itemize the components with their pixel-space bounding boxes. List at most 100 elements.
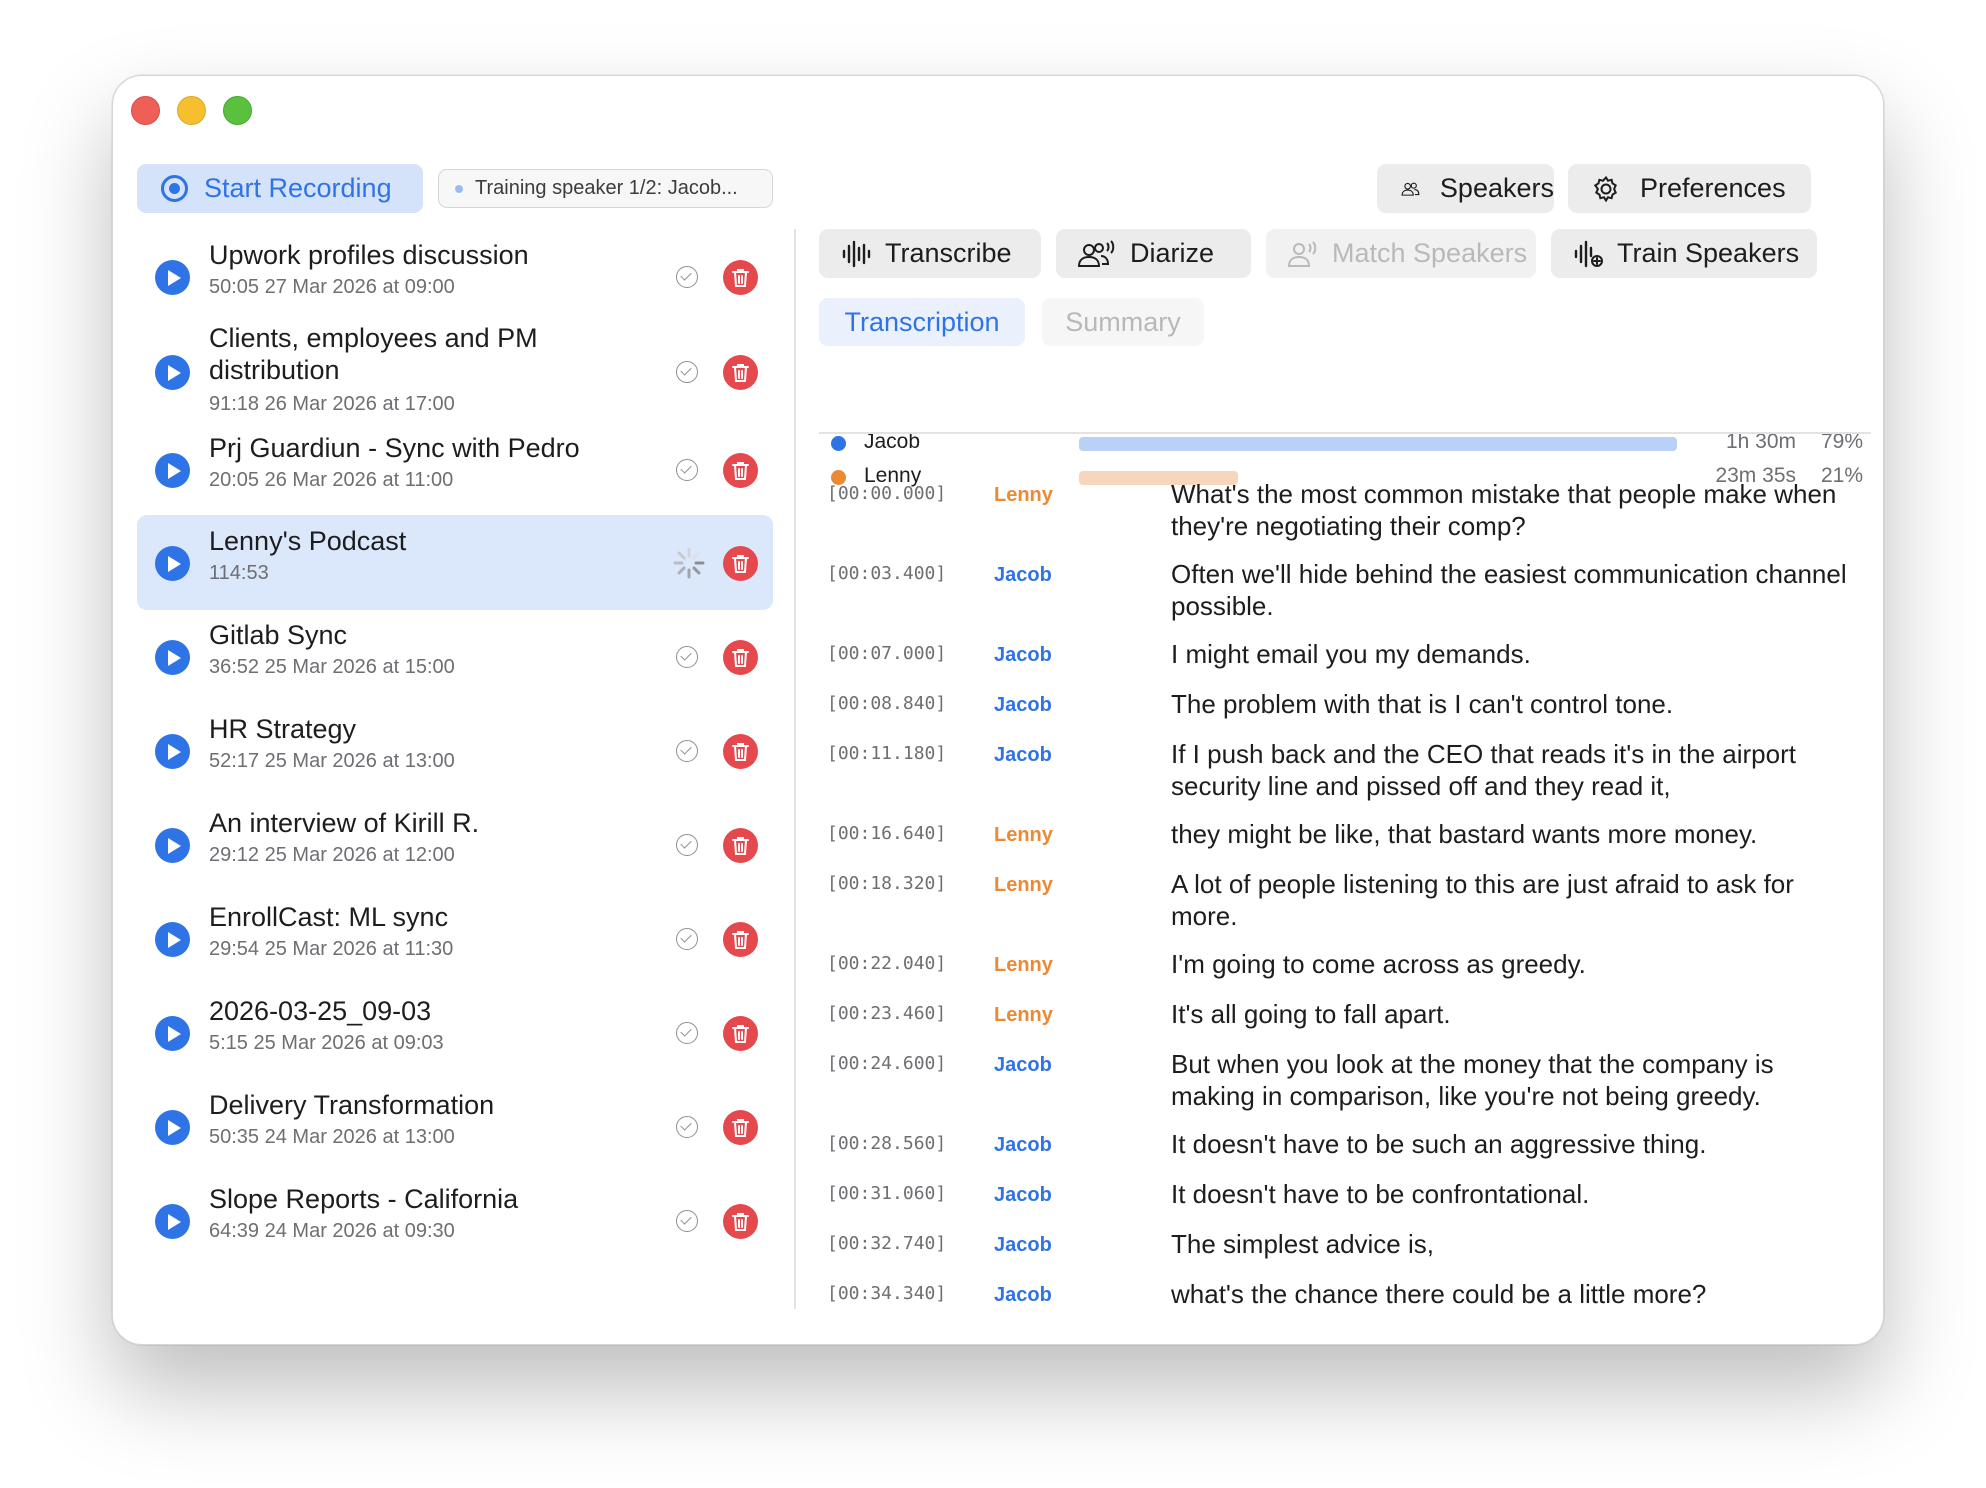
transcript-segment[interactable]: [00:23.460] Lenny It's all going to fall a… <box>819 999 1871 1052</box>
trash-icon[interactable] <box>723 355 758 390</box>
section-divider <box>819 432 1871 434</box>
recording-meta: 91:18 26 Mar 2026 at 17:00 <box>209 393 455 415</box>
trash-icon[interactable] <box>723 259 758 295</box>
transcript-segment[interactable]: [00:07.000] Jacob I might email you my dem… <box>819 639 1871 692</box>
waveform-icon <box>842 240 871 267</box>
gear-icon <box>1593 175 1617 202</box>
training-status-text: Training speaker 1/2: Jacob... <box>475 177 738 199</box>
check-circle-icon <box>676 833 698 856</box>
match-speakers-button[interactable]: Match Speakers <box>1266 229 1536 278</box>
play-icon[interactable] <box>155 827 190 863</box>
trash-icon[interactable] <box>723 733 758 769</box>
transcript-segment[interactable]: [00:28.560] Jacob It doesn't have to be su… <box>819 1129 1871 1182</box>
transcript-segment[interactable]: [00:32.740] Jacob The simplest advice is, <box>819 1229 1871 1282</box>
transcript-segment[interactable]: [00:18.320] Lenny A lot of people listenin… <box>819 869 1871 952</box>
diarize-button[interactable]: Diarize <box>1056 229 1251 278</box>
check-circle-icon <box>676 265 698 288</box>
recording-row[interactable]: HR Strategy 52:17 25 Mar 2026 at 13:00 <box>137 703 773 798</box>
transcript-segment[interactable]: [00:16.640] Lenny they might be like, that… <box>819 819 1871 872</box>
app-window: Start Recording Training speaker 1/2: Ja… <box>112 75 1884 1345</box>
recording-row[interactable]: 2026-03-25_09-03 5:15 25 Mar 2026 at 09:0… <box>137 985 773 1080</box>
people-icon <box>1401 182 1420 196</box>
transcript-segment[interactable]: [00:08.840] Jacob The problem with that is… <box>819 689 1871 742</box>
segment-timestamp: [00:34.340] <box>827 1283 947 1304</box>
segment-timestamp: [00:00.000] <box>827 483 947 504</box>
recording-meta: 52:17 25 Mar 2026 at 13:00 <box>209 750 455 772</box>
segment-text: I might email you my demands. <box>1171 639 1531 669</box>
recording-row[interactable]: An interview of Kirill R. 29:12 25 Mar 20… <box>137 797 773 892</box>
segment-timestamp: [00:28.560] <box>827 1133 947 1154</box>
status-dot-icon <box>455 184 463 193</box>
trash-icon[interactable] <box>723 1109 758 1145</box>
play-icon[interactable] <box>155 452 190 488</box>
transcript-segment[interactable]: [00:11.180] Jacob If I push back and the C… <box>819 739 1871 822</box>
check-circle-icon <box>676 645 698 668</box>
recording-row[interactable]: EnrollCast: ML sync 29:54 25 Mar 2026 at … <box>137 891 773 986</box>
transcript-segment[interactable]: [00:24.600] Jacob But when you look at the… <box>819 1049 1871 1132</box>
segment-timestamp: [00:23.460] <box>827 1003 947 1024</box>
play-icon[interactable] <box>155 259 190 295</box>
minimize-window-button[interactable] <box>177 96 206 125</box>
play-icon[interactable] <box>155 545 190 581</box>
segment-timestamp: [00:24.600] <box>827 1053 947 1074</box>
recording-row[interactable]: Slope Reports - California 64:39 24 Mar 2… <box>137 1173 773 1268</box>
recording-row[interactable]: Prj Guardiun - Sync with Pedro 20:05 26 M… <box>137 422 773 517</box>
segment-text: what's the chance there could be a littl… <box>1171 1279 1707 1309</box>
start-recording-button[interactable]: Start Recording <box>137 164 423 213</box>
preferences-button[interactable]: Preferences <box>1568 164 1811 213</box>
transcript-segment[interactable]: [00:31.060] Jacob It doesn't have to be co… <box>819 1179 1871 1232</box>
segment-timestamp: [00:07.000] <box>827 643 947 664</box>
play-icon[interactable] <box>155 921 190 957</box>
trash-icon[interactable] <box>723 639 758 675</box>
recording-row[interactable]: Delivery Transformation 50:35 24 Mar 2026… <box>137 1079 773 1174</box>
recording-title: Upwork profiles discussion <box>209 240 529 270</box>
play-icon[interactable] <box>155 355 190 390</box>
recording-title: EnrollCast: ML sync <box>209 902 449 932</box>
trash-icon[interactable] <box>723 452 758 488</box>
record-icon <box>161 175 188 202</box>
tab-summary[interactable]: Summary <box>1042 298 1204 346</box>
transcript-segment[interactable]: [00:03.400] Jacob Often we'll hide behind … <box>819 559 1871 642</box>
transcribe-button[interactable]: Transcribe <box>819 229 1041 278</box>
play-icon[interactable] <box>155 1203 190 1239</box>
trash-icon[interactable] <box>723 1203 758 1239</box>
recording-row[interactable]: Gitlab Sync 36:52 25 Mar 2026 at 15:00 <box>137 609 773 704</box>
trash-icon[interactable] <box>723 1015 758 1051</box>
zoom-window-button[interactable] <box>223 96 252 125</box>
recording-title: 2026-03-25_09-03 <box>209 996 432 1026</box>
play-icon[interactable] <box>155 733 190 769</box>
segment-timestamp: [00:11.180] <box>827 743 947 764</box>
close-window-button[interactable] <box>131 96 160 125</box>
recording-meta: 5:15 25 Mar 2026 at 09:03 <box>209 1032 444 1054</box>
play-icon[interactable] <box>155 639 190 675</box>
recording-title: Clients, employees and PM distribution <box>209 323 538 385</box>
check-circle-icon <box>676 361 698 383</box>
recordings-list[interactable]: Upwork profiles discussion 50:05 27 Mar 2… <box>137 229 773 1309</box>
diarize-label: Diarize <box>1130 238 1215 268</box>
transcript-segment[interactable]: [00:22.040] Lenny I'm going to come across… <box>819 949 1871 1002</box>
recording-title: Slope Reports - California <box>209 1184 519 1214</box>
segment-speaker: Lenny <box>994 1004 1053 1026</box>
recording-title: An interview of Kirill R. <box>209 808 480 838</box>
transcript-segment[interactable]: [00:34.340] Jacob what's the chance there … <box>819 1279 1871 1310</box>
segment-speaker: Jacob <box>994 1234 1052 1256</box>
trash-icon[interactable] <box>723 827 758 863</box>
segment-text: Often we'll hide behind the easiest comm… <box>1171 559 1847 621</box>
transcript-segment[interactable]: [00:00.000] Lenny What's the most common m… <box>819 479 1871 562</box>
pane-divider[interactable] <box>794 229 796 1309</box>
transcript-view[interactable]: [00:00.000] Lenny What's the most common m… <box>819 448 1871 1310</box>
recording-meta: 36:52 25 Mar 2026 at 15:00 <box>209 656 455 678</box>
tab-transcription[interactable]: Transcription <box>819 298 1025 346</box>
segment-text: I'm going to come across as greedy. <box>1171 949 1586 979</box>
recording-row[interactable]: Clients, employees and PM distribution 91… <box>137 312 773 432</box>
recording-row[interactable]: Lenny's Podcast 114:53 <box>137 515 773 610</box>
play-icon[interactable] <box>155 1015 190 1051</box>
train-speakers-button[interactable]: Train Speakers <box>1551 229 1817 278</box>
speakers-button[interactable]: Speakers <box>1377 164 1554 213</box>
trash-icon[interactable] <box>723 921 758 957</box>
segment-speaker: Jacob <box>994 1054 1052 1076</box>
play-icon[interactable] <box>155 1109 190 1145</box>
recording-meta: 20:05 26 Mar 2026 at 11:00 <box>209 469 454 491</box>
recording-row[interactable]: Upwork profiles discussion 50:05 27 Mar 2… <box>137 229 773 324</box>
trash-icon[interactable] <box>723 545 758 581</box>
